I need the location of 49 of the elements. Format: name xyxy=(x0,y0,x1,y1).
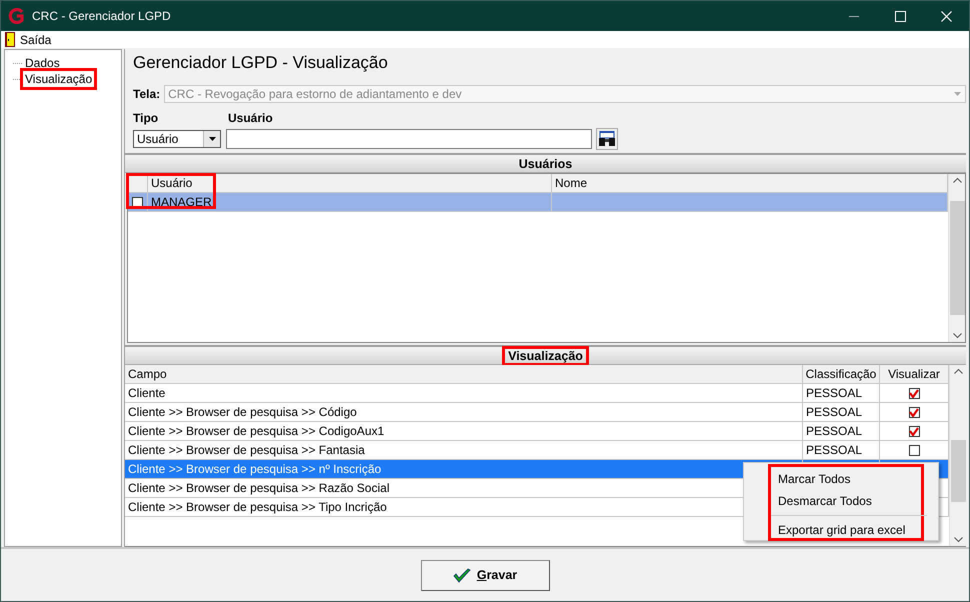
scroll-down-icon xyxy=(952,333,962,338)
checkbox[interactable] xyxy=(908,444,920,456)
scroll-up-icon xyxy=(952,178,962,183)
table-cell: Cliente >> Browser de pesquisa >> Fantasia xyxy=(125,441,803,459)
checkbox[interactable] xyxy=(908,426,920,436)
app-logo-icon xyxy=(8,8,24,24)
scroll-down-icon xyxy=(954,537,962,542)
scrollbar[interactable] xyxy=(948,174,965,342)
dropdown-arrow-icon xyxy=(208,137,216,141)
table-row[interactable]: Cliente >> Browser de pesquisa >> Código PESSOAL xyxy=(125,403,949,422)
panel-title: Visualização xyxy=(505,348,586,362)
door-icon xyxy=(5,32,15,47)
column-header[interactable]: Usuário xyxy=(148,174,552,192)
menu-item[interactable]: Saída xyxy=(1,32,56,47)
panel-title: Usuários xyxy=(518,156,574,170)
maximize-icon xyxy=(894,10,906,22)
table-cell: PESSOAL xyxy=(803,422,880,440)
tree-item[interactable]: Dados xyxy=(24,56,61,70)
field-label: Tela: xyxy=(133,87,160,101)
table-cell: Cliente xyxy=(125,384,803,402)
checkbox[interactable] xyxy=(908,406,920,418)
dropdown-arrow-icon xyxy=(954,92,960,96)
user-input-field[interactable] xyxy=(226,129,592,149)
table-row[interactable]: MANAGER xyxy=(128,193,948,212)
checkbox[interactable] xyxy=(908,388,920,398)
table-row[interactable]: Cliente PESSOAL xyxy=(125,384,949,403)
page-heading: Gerenciador LGPD - Visualização xyxy=(133,53,389,74)
checkbox[interactable] xyxy=(132,196,143,208)
table-cell: MANAGER xyxy=(148,193,552,211)
field-label: Tipo xyxy=(133,111,160,125)
search-button[interactable] xyxy=(596,128,618,150)
menu-item[interactable]: Exportar grid para excel xyxy=(778,519,921,541)
table-cell: PESSOAL xyxy=(803,384,880,402)
table-cell: PESSOAL xyxy=(803,403,880,421)
scroll-up-icon xyxy=(954,369,962,374)
table-cell: Cliente >> Browser de pesquisa >> CodigoAux1 xyxy=(125,422,803,440)
save-button[interactable]: Gravar xyxy=(420,560,550,590)
column-header[interactable]: Campo xyxy=(125,365,803,383)
table-row[interactable]: Cliente >> Browser de pesquisa >> CodigoAux1 PESSOAL xyxy=(125,422,949,441)
scrollbar[interactable] xyxy=(949,365,966,546)
checkmark-icon xyxy=(452,568,471,582)
type-dropdown[interactable]: Usuário xyxy=(133,130,221,148)
field-label: Usuário xyxy=(228,111,273,125)
column-header[interactable]: Classificação xyxy=(803,365,880,383)
table-cell: PESSOAL xyxy=(803,441,880,459)
table-cell: Cliente >> Browser de pesquisa >> Código xyxy=(125,403,803,421)
window-title: CRC - Gerenciador LGPD xyxy=(32,9,172,23)
close-icon xyxy=(940,10,952,22)
binoculars-icon xyxy=(598,131,616,147)
